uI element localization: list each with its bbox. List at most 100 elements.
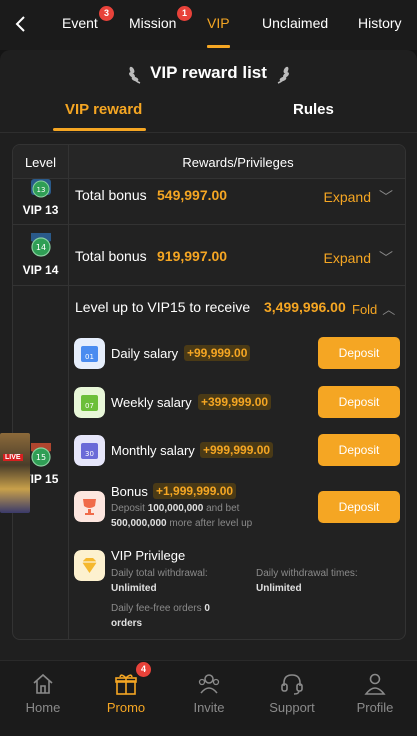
weekly-deposit-button[interactable]: Deposit (318, 386, 400, 418)
vip-13-badge-number: 13 (37, 186, 46, 194)
mission-badge: 1 (177, 6, 192, 21)
profile-icon (364, 673, 386, 695)
nav-profile[interactable]: Profile (340, 671, 410, 715)
daily-calendar-icon: 01 (74, 338, 105, 369)
subtab-indicator (53, 128, 146, 131)
vip-14-total-label: Total bonus (75, 248, 147, 264)
active-tab-indicator (207, 45, 230, 48)
weekly-salary-label: Weekly salary (111, 395, 192, 410)
vip-14-label: VIP 14 (22, 263, 59, 277)
nav-profile-label: Profile (356, 700, 394, 715)
subtab-rules[interactable]: Rules (293, 101, 334, 118)
daily-salary-label: Daily salary (111, 346, 179, 361)
tab-mission[interactable]: Mission (129, 15, 176, 31)
laurel-right-icon (277, 66, 289, 84)
tab-unclaimed[interactable]: Unclaimed (262, 15, 328, 31)
weekly-salary-value: +399,999.00 (198, 394, 272, 410)
bonus-note-bet-amount: 500,000,000 (111, 518, 167, 529)
panel-title: VIP reward list (150, 63, 267, 82)
vip-13-label: VIP 13 (22, 203, 59, 217)
vip-privilege-label: VIP Privilege (111, 548, 186, 563)
vip-14-badge-number: 14 (36, 243, 46, 252)
vip-13-expand-button[interactable]: Expand ﹀ (324, 187, 393, 207)
nav-promo-label: Promo (106, 700, 146, 715)
vip-reward-panel: VIP reward list VIP reward Rules Level R… (0, 50, 417, 660)
tab-vip[interactable]: VIP (207, 15, 230, 31)
live-tag: LIVE (3, 454, 23, 461)
fee-free-label: Daily fee-free orders (111, 603, 202, 614)
vip-privilege-diamond-icon (74, 550, 105, 581)
chevron-down-icon: ﹀ (379, 189, 393, 205)
vip-15-badge-icon: 15 (31, 443, 51, 467)
vip-table: Level Rewards/Privileges 13 VIP 13 Total… (12, 144, 406, 640)
bonus-trophy-icon (74, 491, 105, 522)
monthly-calendar-number: 30 (85, 450, 94, 458)
nav-invite-label: Invite (193, 700, 225, 715)
nav-home-label: Home (25, 700, 61, 715)
event-badge: 3 (99, 6, 114, 21)
vip-14-badge-icon: 14 (31, 233, 51, 257)
daily-withdrawal-label: Daily total withdrawal: (111, 568, 208, 579)
row-divider (13, 224, 405, 225)
divider (0, 132, 417, 133)
nav-support-label: Support (269, 700, 315, 715)
vip-14-expand-label: Expand (323, 250, 371, 266)
nav-support[interactable]: Support (257, 671, 327, 715)
weekly-calendar-number: 07 (85, 402, 94, 410)
bonus-note-deposit-amount: 100,000,000 (147, 503, 204, 514)
fee-free-orders: Daily fee-free orders 0 orders (111, 601, 261, 631)
nav-promo[interactable]: Promo (91, 671, 161, 715)
home-icon (33, 673, 53, 694)
vip-13-total-label: Total bonus (75, 187, 147, 203)
vip-14-amount: 919,997.00 (157, 248, 228, 264)
bottom-nav: Home Promo 4 Invite Support Profile (0, 660, 417, 736)
chevron-up-icon: ︿ (382, 302, 396, 317)
vip-15-badge-number: 15 (36, 453, 46, 462)
level-up-amount: 3,499,996.00 (264, 299, 346, 315)
withdrawal-times-value: Unlimited (256, 583, 302, 594)
header-level: Level (24, 155, 57, 170)
subtab-vip-reward[interactable]: VIP reward (65, 101, 142, 118)
vip-14-expand-button[interactable]: Expand ﹀ (324, 248, 393, 268)
vip-13-expand-label: Expand (323, 189, 371, 205)
promo-badge: 4 (136, 662, 151, 677)
tab-history[interactable]: History (358, 15, 402, 31)
chevron-down-icon: ﹀ (379, 250, 393, 266)
bonus-label: Bonus (111, 484, 148, 499)
monthly-salary-label: Monthly salary (111, 443, 195, 458)
table-header: Level Rewards/Privileges (13, 145, 405, 179)
invite-people-icon (198, 674, 220, 694)
gift-icon (115, 674, 137, 695)
nav-home[interactable]: Home (8, 671, 78, 715)
row-divider (13, 285, 405, 286)
bonus-requirement-note: Deposit 100,000,000 and bet 500,000,000 … (111, 501, 311, 531)
bonus-value: +1,999,999.00 (153, 483, 237, 499)
back-arrow-icon[interactable] (10, 12, 32, 36)
nav-invite[interactable]: Invite (174, 671, 244, 715)
fee-free-value: 0 (204, 603, 210, 614)
tab-event[interactable]: Event (62, 15, 98, 31)
fee-free-unit: orders (111, 618, 143, 629)
fold-label: Fold (352, 302, 378, 317)
column-divider (68, 145, 69, 639)
level-up-header: Level up to VIP15 to receive (75, 299, 251, 315)
monthly-salary-value: +999,999.00 (200, 442, 274, 458)
bonus-note-bet-text: and bet (206, 503, 240, 514)
monthly-calendar-icon: 30 (74, 435, 105, 466)
daily-withdrawal-value: Unlimited (111, 583, 157, 594)
fold-button[interactable]: Fold ︿ (352, 299, 395, 318)
headset-icon (281, 674, 303, 695)
withdrawal-times-label: Daily withdrawal times: (256, 568, 358, 579)
bonus-note-deposit-text: Deposit (111, 503, 145, 514)
top-nav: Event 3 Mission 1 VIP Unclaimed History (0, 0, 417, 50)
header-rewards: Rewards/Privileges (182, 155, 294, 170)
monthly-deposit-button[interactable]: Deposit (318, 434, 400, 466)
bonus-deposit-button[interactable]: Deposit (318, 491, 400, 523)
daily-calendar-number: 01 (85, 353, 94, 361)
weekly-calendar-icon: 07 (74, 387, 105, 418)
live-stream-thumbnail[interactable]: LIVE (0, 433, 30, 513)
daily-salary-value: +99,999.00 (184, 345, 251, 361)
daily-deposit-button[interactable]: Deposit (318, 337, 400, 369)
vip-13-amount: 549,997.00 (157, 187, 228, 203)
bonus-note-tail-text: more after level up (169, 518, 253, 529)
